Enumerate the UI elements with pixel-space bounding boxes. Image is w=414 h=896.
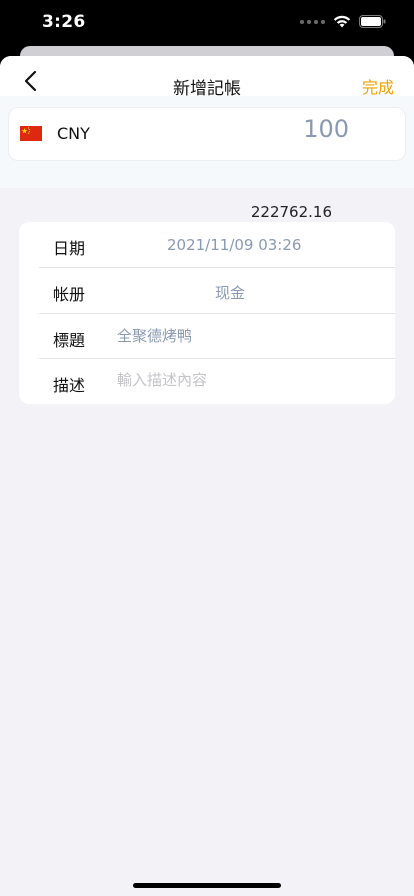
cellular-signal-icon	[300, 19, 325, 24]
china-flag-icon	[20, 126, 42, 141]
home-indicator	[133, 883, 281, 888]
description-label: 描述	[53, 376, 86, 395]
ledger-label: 帐册	[53, 285, 86, 304]
amount-input[interactable]	[187, 114, 351, 144]
nav-bar: 新增記帳 完成	[0, 56, 414, 99]
done-button[interactable]: 完成	[362, 74, 394, 98]
add-record-sheet: 新增記帳 完成 CNY 222762.16 日期 2021/11/09 03:2…	[0, 56, 414, 896]
status-icons	[300, 15, 386, 28]
status-time: 3:26	[42, 12, 86, 32]
wifi-icon	[333, 15, 351, 28]
record-form: 日期 2021/11/09 03:26 帐册 现金 標題 描述	[19, 222, 395, 404]
currency-selector[interactable]: CNY	[8, 107, 406, 161]
battery-icon	[359, 15, 386, 28]
date-row[interactable]: 日期 2021/11/09 03:26	[19, 222, 395, 267]
description-input[interactable]	[115, 370, 339, 390]
currency-code: CNY	[57, 124, 90, 143]
ledger-row[interactable]: 帐册 现金	[19, 268, 395, 313]
ledger-value: 现金	[215, 284, 246, 302]
converted-amount: 222762.16	[250, 203, 332, 221]
status-bar: 3:26	[0, 0, 414, 46]
title-row: 標題	[19, 314, 395, 359]
date-label: 日期	[53, 239, 86, 258]
description-row: 描述	[19, 359, 395, 404]
date-value: 2021/11/09 03:26	[167, 236, 302, 254]
title-label: 標題	[53, 331, 86, 350]
title-input[interactable]	[115, 325, 339, 345]
currency-area: CNY 222762.16	[0, 96, 414, 221]
